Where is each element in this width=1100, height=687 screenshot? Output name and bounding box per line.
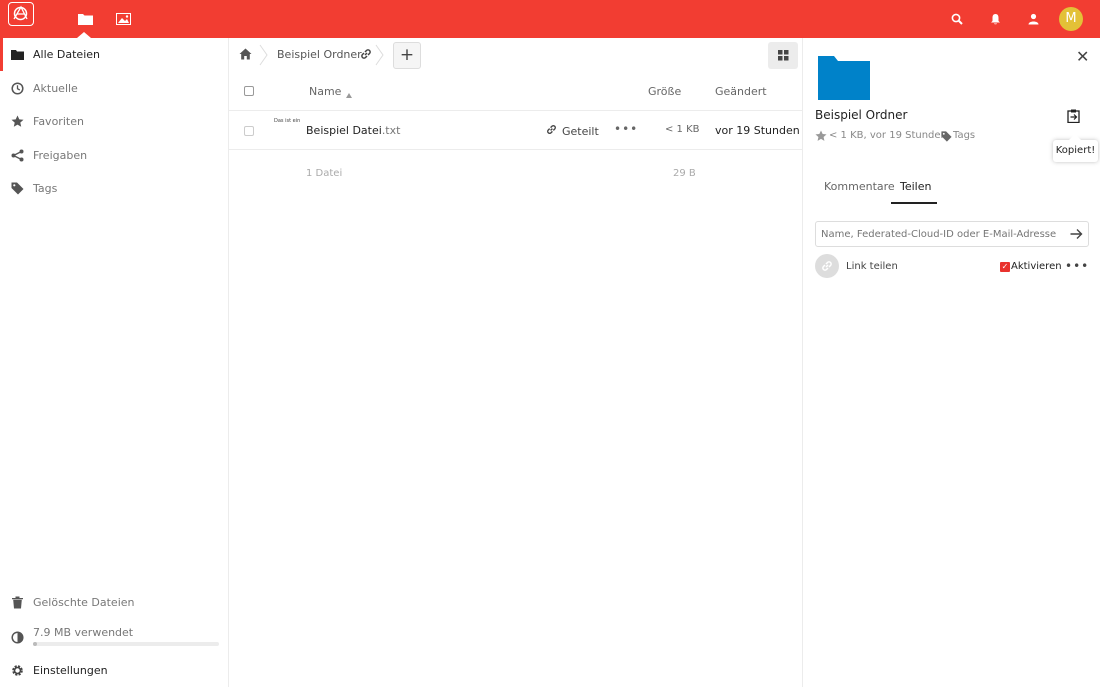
- breadcrumb-separator-icon: [259, 44, 268, 66]
- summary-total-size: 29 B: [673, 168, 696, 179]
- file-list-area: Beispiel Ordner + Name Größe Geändert Da…: [229, 38, 803, 687]
- search-icon[interactable]: [949, 11, 965, 27]
- sidebar-item-label: Aktuelle: [33, 82, 78, 95]
- sidebar-item-deleted-files[interactable]: Gelöschte Dateien: [0, 586, 228, 619]
- shared-label[interactable]: Geteilt: [562, 125, 599, 138]
- share-search-box: [815, 221, 1089, 247]
- sort-ascending-icon: [346, 88, 352, 101]
- clipboard-icon[interactable]: [1067, 109, 1080, 126]
- breadcrumb-folder[interactable]: Beispiel Ordner: [277, 48, 362, 61]
- sidebar-item-label: Alle Dateien: [33, 48, 100, 61]
- trash-icon: [10, 596, 24, 610]
- file-extension: .txt: [381, 124, 401, 137]
- quota-pie-icon: [10, 630, 24, 644]
- link-share-avatar: [815, 254, 839, 278]
- more-options-icon[interactable]: •••: [614, 122, 638, 136]
- sidebar-item-all-files[interactable]: Alle Dateien: [0, 38, 228, 71]
- star-icon: [10, 115, 24, 129]
- column-header-name[interactable]: Name: [309, 85, 341, 98]
- breadcrumb: Beispiel Ordner +: [229, 38, 803, 72]
- file-size: < 1 KB: [665, 124, 700, 135]
- folder-icon: [10, 48, 24, 62]
- sidebar-item-label: Einstellungen: [33, 664, 108, 677]
- sidebar-item-label: Tags: [33, 182, 58, 195]
- add-new-button[interactable]: +: [393, 42, 421, 69]
- sidebar-item-recent[interactable]: Aktuelle: [0, 72, 228, 105]
- sidebar-item-label: Favoriten: [33, 115, 84, 128]
- tag-icon: [941, 131, 952, 145]
- quota-text: 7.9 MB verwendet: [33, 626, 134, 639]
- table-row[interactable]: Das ist ein Beispiel Datei.txt Geteilt •…: [229, 111, 803, 149]
- row-checkbox[interactable]: [244, 126, 254, 136]
- sidebar-item-favorites[interactable]: Favoriten: [0, 105, 228, 138]
- sidebar-item-shares[interactable]: Freigaben: [0, 139, 228, 172]
- active-tab-indicator: [891, 202, 937, 204]
- table-divider: [229, 149, 803, 150]
- app-navigation: Alle Dateien Aktuelle Favoriten Freigabe…: [0, 38, 229, 687]
- details-title: Beispiel Ordner: [815, 108, 908, 122]
- sidebar-item-label: Freigaben: [33, 149, 88, 162]
- details-sidebar: ✕ Beispiel Ordner < 1 KB, vor 19 Stunden…: [803, 38, 1100, 687]
- nextcloud-logo[interactable]: [8, 2, 34, 26]
- sidebar-item-settings[interactable]: Einstellungen: [0, 654, 228, 687]
- summary-file-count: 1 Datei: [306, 168, 343, 179]
- tags-link[interactable]: Tags: [953, 130, 975, 141]
- tab-sharing[interactable]: Teilen: [900, 180, 931, 193]
- gallery-icon[interactable]: [115, 11, 131, 27]
- file-thumbnail: Das ist ein: [274, 118, 301, 124]
- contacts-icon[interactable]: [1025, 11, 1041, 27]
- quota-progress-fill: [33, 642, 37, 646]
- user-avatar[interactable]: M: [1059, 7, 1083, 31]
- share-search-input[interactable]: [816, 222, 1056, 246]
- bell-icon[interactable]: [987, 11, 1003, 27]
- column-header-modified[interactable]: Geändert: [715, 85, 767, 98]
- folder-preview-icon: [818, 56, 870, 103]
- copied-tooltip: Kopiert!: [1053, 134, 1098, 162]
- breadcrumb-separator-icon: [375, 44, 384, 66]
- link-share-label: Link teilen: [846, 261, 898, 272]
- share-link-icon: [546, 124, 557, 138]
- details-meta: < 1 KB, vor 19 Stunden: [829, 130, 947, 141]
- file-modified: vor 19 Stunden: [715, 124, 800, 137]
- link-icon: [822, 261, 832, 271]
- sidebar-item-label: Gelöschte Dateien: [33, 596, 135, 609]
- tab-comments[interactable]: Kommentare: [824, 180, 895, 193]
- gear-icon: [10, 664, 24, 678]
- grid-view-toggle[interactable]: [768, 42, 798, 69]
- files-icon[interactable]: [77, 11, 93, 27]
- activate-label[interactable]: Aktivieren: [1011, 261, 1062, 272]
- sidebar-item-tags[interactable]: Tags: [0, 172, 228, 205]
- activate-checkbox[interactable]: ✓: [1000, 262, 1010, 272]
- close-icon[interactable]: ✕: [1076, 47, 1089, 66]
- file-name[interactable]: Beispiel Datei.txt: [306, 124, 400, 137]
- home-icon[interactable]: [239, 48, 252, 63]
- quota-progress-bar: [33, 642, 219, 646]
- select-all-checkbox[interactable]: [244, 86, 254, 96]
- clock-icon: [10, 82, 24, 96]
- column-header-size[interactable]: Größe: [648, 85, 681, 98]
- file-basename: Beispiel Datei: [306, 124, 382, 137]
- favorite-star-icon[interactable]: [815, 130, 827, 145]
- share-icon: [10, 149, 24, 163]
- top-header: M: [0, 0, 1100, 38]
- grid-icon: [777, 50, 788, 61]
- tag-icon: [10, 182, 24, 196]
- arrow-right-icon[interactable]: [1070, 228, 1083, 243]
- link-more-options-icon[interactable]: •••: [1065, 259, 1089, 273]
- link-icon[interactable]: [360, 48, 372, 63]
